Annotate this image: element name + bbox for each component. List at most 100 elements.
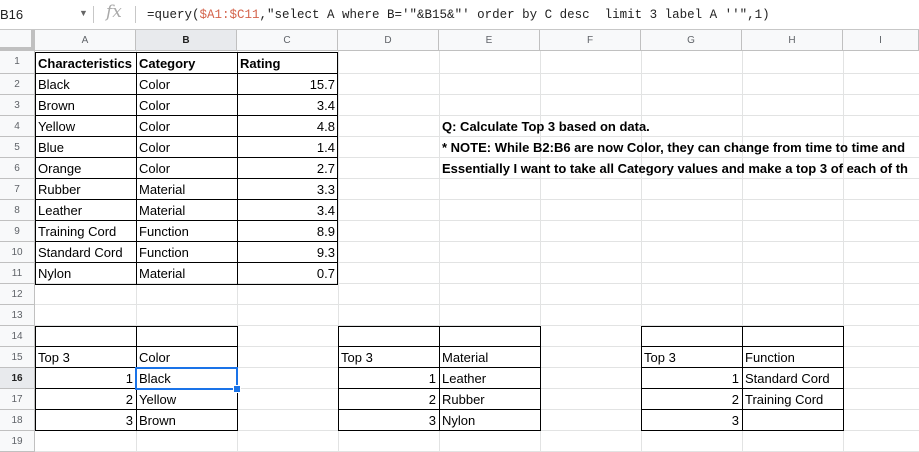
cell-a2[interactable]: Black: [35, 74, 136, 95]
row-header-12[interactable]: 12: [0, 284, 35, 305]
cell-e4[interactable]: Q: Calculate Top 3 based on data.: [439, 116, 919, 137]
row-header-1[interactable]: 1: [0, 51, 35, 74]
cell-d17[interactable]: 2: [338, 389, 439, 410]
column-header-h[interactable]: H: [742, 30, 843, 51]
cell-a8[interactable]: Leather: [35, 200, 136, 221]
row-header-19[interactable]: 19: [0, 431, 35, 452]
column-header-e[interactable]: E: [439, 30, 540, 51]
cell-a16[interactable]: 1: [35, 368, 136, 389]
cell-c10[interactable]: 9.3: [237, 242, 338, 263]
cell-a7[interactable]: Rubber: [35, 179, 136, 200]
cell-g15[interactable]: Top 3: [641, 347, 742, 368]
cell-h17[interactable]: Training Cord: [742, 389, 843, 410]
cell-c3[interactable]: 3.4: [237, 95, 338, 116]
cell-c11[interactable]: 0.7: [237, 263, 338, 284]
cell-c8[interactable]: 3.4: [237, 200, 338, 221]
cell-b11[interactable]: Material: [136, 263, 237, 284]
name-box-value[interactable]: B16: [0, 7, 23, 22]
cell-b2[interactable]: Color: [136, 74, 237, 95]
row-header-10[interactable]: 10: [0, 242, 35, 263]
cell-d18[interactable]: 3: [338, 410, 439, 431]
row-header-14[interactable]: 14: [0, 326, 35, 347]
row-header-17[interactable]: 17: [0, 389, 35, 410]
cell-a17[interactable]: 2: [35, 389, 136, 410]
divider: [93, 6, 94, 23]
cell-b5[interactable]: Color: [136, 137, 237, 158]
formula-range-ref: $A1:$C11: [199, 8, 260, 22]
cell-b17[interactable]: Yellow: [136, 389, 237, 410]
select-all-corner[interactable]: [0, 30, 35, 51]
cell-h16[interactable]: Standard Cord: [742, 368, 843, 389]
cell-h18[interactable]: [742, 410, 843, 431]
cell-a3[interactable]: Brown: [35, 95, 136, 116]
cell-b6[interactable]: Color: [136, 158, 237, 179]
cell-b7[interactable]: Material: [136, 179, 237, 200]
cell-b4[interactable]: Color: [136, 116, 237, 137]
cell-e6[interactable]: Essentially I want to take all Category …: [439, 158, 919, 179]
row-header-11[interactable]: 11: [0, 263, 35, 284]
cell-b9[interactable]: Function: [136, 221, 237, 242]
cell-e15[interactable]: Material: [439, 347, 540, 368]
column-header-f[interactable]: F: [540, 30, 641, 51]
cell-a15[interactable]: Top 3: [35, 347, 136, 368]
divider: [135, 6, 136, 23]
column-header-b[interactable]: B: [136, 30, 237, 51]
row-header-16[interactable]: 16: [0, 368, 35, 389]
cell-e18[interactable]: Nylon: [439, 410, 540, 431]
column-header-c[interactable]: C: [237, 30, 338, 51]
row-header-9[interactable]: 9: [0, 221, 35, 242]
cell-d15[interactable]: Top 3: [338, 347, 439, 368]
column-header-g[interactable]: G: [641, 30, 742, 51]
column-header-i[interactable]: I: [843, 30, 919, 51]
cell-b18[interactable]: Brown: [136, 410, 237, 431]
cell-c4[interactable]: 4.8: [237, 116, 338, 137]
cell-a11[interactable]: Nylon: [35, 263, 136, 284]
row-header-3[interactable]: 3: [0, 95, 35, 116]
formula-part: ,"select A where B='"&B15&"' order by C …: [259, 8, 770, 22]
cell-a10[interactable]: Standard Cord: [35, 242, 136, 263]
column-header-d[interactable]: D: [338, 30, 439, 51]
active-cell-selection[interactable]: [135, 367, 238, 390]
cell-b10[interactable]: Function: [136, 242, 237, 263]
cell-c9[interactable]: 8.9: [237, 221, 338, 242]
cell-d16[interactable]: 1: [338, 368, 439, 389]
cell-a4[interactable]: Yellow: [35, 116, 136, 137]
cell-b3[interactable]: Color: [136, 95, 237, 116]
cell-e5[interactable]: * NOTE: While B2:B6 are now Color, they …: [439, 137, 919, 158]
fill-handle[interactable]: [233, 385, 241, 393]
column-header-a[interactable]: A: [35, 30, 136, 51]
cell-a6[interactable]: Orange: [35, 158, 136, 179]
row-header-6[interactable]: 6: [0, 158, 35, 179]
cell-e17[interactable]: Rubber: [439, 389, 540, 410]
row-header-2[interactable]: 2: [0, 74, 35, 95]
row-header-7[interactable]: 7: [0, 179, 35, 200]
cell-c5[interactable]: 1.4: [237, 137, 338, 158]
cell-c6[interactable]: 2.7: [237, 158, 338, 179]
row-header-18[interactable]: 18: [0, 410, 35, 431]
cell-a9[interactable]: Training Cord: [35, 221, 136, 242]
cell-c1[interactable]: Rating: [237, 53, 338, 74]
row-header-5[interactable]: 5: [0, 137, 35, 158]
row-header-13[interactable]: 13: [0, 305, 35, 326]
cell-c7[interactable]: 3.3: [237, 179, 338, 200]
cell-g17[interactable]: 2: [641, 389, 742, 410]
name-box[interactable]: B16 ▼: [0, 0, 92, 29]
cell-c2[interactable]: 15.7: [237, 74, 338, 95]
cell-b1[interactable]: Category: [136, 53, 237, 74]
cell-g16[interactable]: 1: [641, 368, 742, 389]
fx-icon: fx: [106, 2, 122, 22]
cell-a5[interactable]: Blue: [35, 137, 136, 158]
cell-b8[interactable]: Material: [136, 200, 237, 221]
formula-bar: B16 ▼ fx =query($A1:$C11,"select A where…: [0, 0, 919, 30]
cell-b15[interactable]: Color: [136, 347, 237, 368]
cell-h15[interactable]: Function: [742, 347, 843, 368]
cell-a18[interactable]: 3: [35, 410, 136, 431]
cell-g18[interactable]: 3: [641, 410, 742, 431]
row-header-8[interactable]: 8: [0, 200, 35, 221]
row-header-4[interactable]: 4: [0, 116, 35, 137]
chevron-down-icon[interactable]: ▼: [79, 8, 88, 18]
cell-e16[interactable]: Leather: [439, 368, 540, 389]
row-header-15[interactable]: 15: [0, 347, 35, 368]
formula-input[interactable]: =query($A1:$C11,"select A where B='"&B15…: [147, 8, 770, 22]
cell-a1[interactable]: Characteristics: [35, 53, 136, 74]
